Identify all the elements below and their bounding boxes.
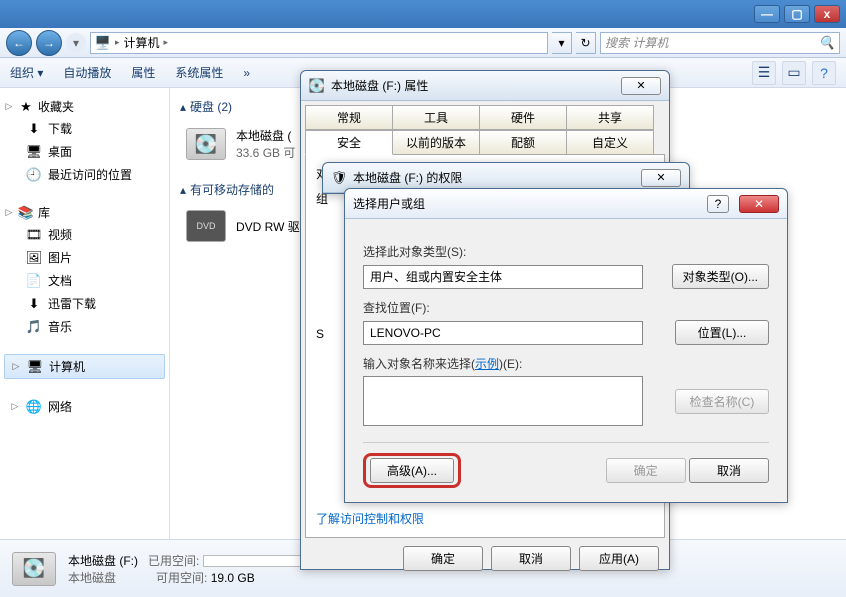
window-titlebar: — ▢ x — [0, 0, 846, 28]
location-label: 查找位置(F): — [363, 299, 769, 316]
dialog-title: 本地磁盘 (F:) 的权限 — [353, 169, 462, 186]
sidebar-item-desktop[interactable]: 🖥桌面 — [4, 140, 165, 163]
preview-pane-button[interactable]: ▭ — [782, 61, 806, 85]
dialog-close-button[interactable]: ✕ — [641, 169, 681, 187]
cancel-button[interactable]: 取消 — [689, 458, 769, 483]
object-type-field — [363, 265, 643, 289]
tab-hardware[interactable]: 硬件 — [479, 105, 567, 130]
dialog-close-button[interactable]: ✕ — [621, 77, 661, 95]
status-free-label: 可用空间: — [156, 571, 207, 585]
tab-general[interactable]: 常规 — [305, 105, 393, 130]
autoplay-button[interactable]: 自动播放 — [63, 64, 111, 81]
view-button[interactable]: ☰ — [752, 61, 776, 85]
maximize-button[interactable]: ▢ — [784, 5, 810, 23]
back-button[interactable]: ← — [6, 30, 32, 56]
dialog-close-button[interactable]: ✕ — [739, 195, 779, 213]
status-drive-type: 本地磁盘 — [68, 571, 116, 585]
ok-button[interactable]: 确定 — [403, 546, 483, 571]
object-names-input[interactable] — [363, 376, 643, 426]
video-icon: 🎞 — [26, 227, 42, 243]
close-button[interactable]: x — [814, 5, 840, 23]
location-field — [363, 321, 643, 345]
sidebar-item-music[interactable]: 🎵音乐 — [4, 315, 165, 338]
status-free-value: 19.0 GB — [211, 571, 255, 585]
music-icon: 🎵 — [26, 319, 42, 335]
sidebar: ▷★收藏夹 ⬇下载 🖥桌面 🕘最近访问的位置 ▷📚库 🎞视频 🖼图片 📄文档 ⬇… — [0, 88, 170, 539]
apply-button[interactable]: 应用(A) — [579, 546, 659, 571]
object-type-label: 选择此对象类型(S): — [363, 243, 769, 260]
dialog-select-users: 选择用户或组 ? ✕ 选择此对象类型(S): 对象类型(O)... 查找位置(F… — [344, 188, 788, 503]
history-dropdown[interactable]: ▾ — [66, 33, 86, 53]
check-names-button[interactable]: 检查名称(C) — [675, 389, 769, 414]
object-names-label: 输入对象名称来选择(示例)(E): — [363, 355, 769, 372]
status-used-label: 已用空间: — [148, 554, 199, 568]
sidebar-favorites-header[interactable]: ▷★收藏夹 — [4, 96, 165, 117]
library-icon: 📚 — [18, 205, 34, 221]
examples-link[interactable]: 示例 — [475, 357, 499, 371]
tab-tools[interactable]: 工具 — [392, 105, 480, 130]
forward-button[interactable]: → — [36, 30, 62, 56]
advanced-highlight: 高级(A)... — [363, 453, 461, 488]
drive-icon: 💽 — [186, 128, 226, 160]
computer-icon: 🖥️ — [95, 35, 111, 51]
drive-name: 本地磁盘 ( — [236, 127, 295, 144]
picture-icon: 🖼 — [26, 250, 42, 266]
computer-icon: 🖥 — [27, 359, 43, 375]
recent-icon: 🕘 — [26, 167, 42, 183]
search-input[interactable]: 搜索 计算机 🔍 — [600, 32, 840, 54]
tab-sharing[interactable]: 共享 — [566, 105, 654, 130]
star-icon: ★ — [18, 99, 34, 115]
organize-menu[interactable]: 组织 ▾ — [10, 64, 43, 81]
tab-quota[interactable]: 配额 — [479, 130, 567, 155]
minimize-button[interactable]: — — [754, 5, 780, 23]
network-icon: 🌐 — [26, 399, 42, 415]
properties-button[interactable]: 属性 — [131, 64, 155, 81]
advanced-button[interactable]: 高级(A)... — [370, 458, 454, 483]
download-icon: ⬇ — [26, 121, 42, 137]
sidebar-item-documents[interactable]: 📄文档 — [4, 269, 165, 292]
locations-button[interactable]: 位置(L)... — [675, 320, 769, 345]
status-drive-name: 本地磁盘 (F:) — [68, 554, 138, 568]
dialog-help-button[interactable]: ? — [707, 195, 729, 213]
sidebar-item-network[interactable]: ▷🌐网络 — [4, 395, 165, 418]
dvd-icon: DVD — [186, 210, 226, 242]
breadcrumb-sep-icon: ▸ — [115, 37, 120, 48]
document-icon: 📄 — [26, 273, 42, 289]
object-types-button[interactable]: 对象类型(O)... — [672, 264, 769, 289]
navigation-bar: ← → ▾ 🖥️ ▸ 计算机 ▸ ▾ ↻ 搜索 计算机 🔍 — [0, 28, 846, 58]
tab-customize[interactable]: 自定义 — [566, 130, 654, 155]
breadcrumb-sep-icon: ▸ — [164, 37, 169, 48]
system-properties-button[interactable]: 系统属性 — [175, 64, 223, 81]
search-icon: 🔍 — [819, 35, 835, 51]
ok-button[interactable]: 确定 — [606, 458, 686, 483]
drive-icon: 💽 — [309, 78, 325, 94]
help-button[interactable]: ? — [812, 61, 836, 85]
desktop-icon: 🖥 — [26, 144, 42, 160]
cancel-button[interactable]: 取消 — [491, 546, 571, 571]
search-placeholder: 搜索 计算机 — [605, 34, 668, 51]
overflow-button[interactable]: » — [243, 66, 250, 80]
sidebar-item-videos[interactable]: 🎞视频 — [4, 223, 165, 246]
shield-icon: 🛡 — [331, 170, 347, 186]
dvd-name: DVD RW 驱 — [236, 218, 300, 235]
address-dropdown-button[interactable]: ▾ — [552, 32, 572, 54]
sidebar-item-thunder[interactable]: ⬇迅雷下载 — [4, 292, 165, 315]
drive-icon: 💽 — [12, 552, 56, 586]
dialog-title: 选择用户或组 — [353, 195, 425, 212]
sidebar-libraries-header[interactable]: ▷📚库 — [4, 202, 165, 223]
sidebar-item-pictures[interactable]: 🖼图片 — [4, 246, 165, 269]
dialog-title: 本地磁盘 (F:) 属性 — [331, 77, 428, 94]
refresh-button[interactable]: ↻ — [576, 32, 596, 54]
sidebar-item-downloads[interactable]: ⬇下载 — [4, 117, 165, 140]
breadcrumb-location[interactable]: 计算机 — [124, 34, 160, 51]
thunder-icon: ⬇ — [26, 296, 42, 312]
tab-previous-versions[interactable]: 以前的版本 — [392, 130, 480, 155]
sidebar-item-recent[interactable]: 🕘最近访问的位置 — [4, 163, 165, 186]
tab-security[interactable]: 安全 — [305, 130, 393, 155]
sidebar-item-computer[interactable]: ▷🖥计算机 — [4, 354, 165, 379]
address-bar[interactable]: 🖥️ ▸ 计算机 ▸ — [90, 32, 548, 54]
drive-free: 33.6 GB 可 — [236, 144, 295, 161]
learn-permissions-link[interactable]: 了解访问控制和权限 — [316, 512, 424, 526]
